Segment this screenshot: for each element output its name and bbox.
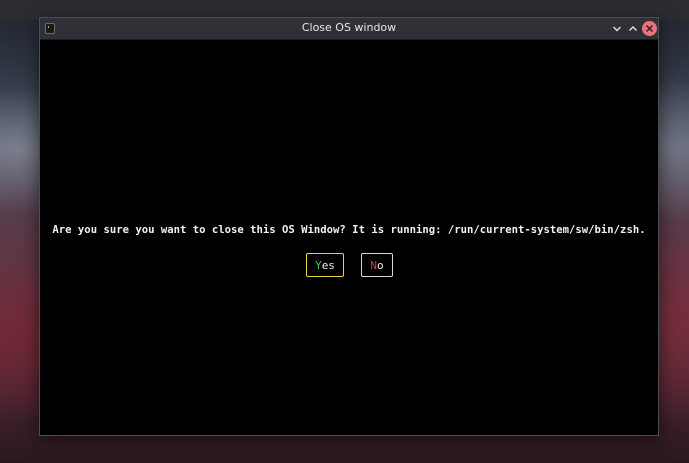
terminal-content[interactable]: Are you sure you want to close this OS W… bbox=[40, 40, 658, 435]
close-icon bbox=[646, 25, 653, 32]
chevron-up-icon bbox=[628, 25, 637, 31]
dialog-window: Close OS window Are you sure you want to… bbox=[39, 17, 659, 436]
close-button[interactable] bbox=[642, 21, 657, 36]
window-titlebar[interactable]: Close OS window bbox=[40, 18, 658, 40]
yes-label-rest: es bbox=[321, 258, 335, 272]
confirm-message: Are you sure you want to close this OS W… bbox=[52, 224, 646, 236]
minimize-button[interactable] bbox=[609, 21, 624, 36]
window-title: Close OS window bbox=[301, 21, 397, 34]
maximize-button[interactable] bbox=[625, 21, 640, 36]
no-hotkey: N bbox=[370, 258, 377, 272]
chevron-down-icon bbox=[612, 26, 621, 31]
yes-button[interactable]: Yes bbox=[306, 253, 344, 277]
no-button[interactable]: No bbox=[361, 253, 393, 277]
yes-hotkey: Y bbox=[315, 258, 322, 272]
no-label-rest: o bbox=[377, 258, 384, 272]
